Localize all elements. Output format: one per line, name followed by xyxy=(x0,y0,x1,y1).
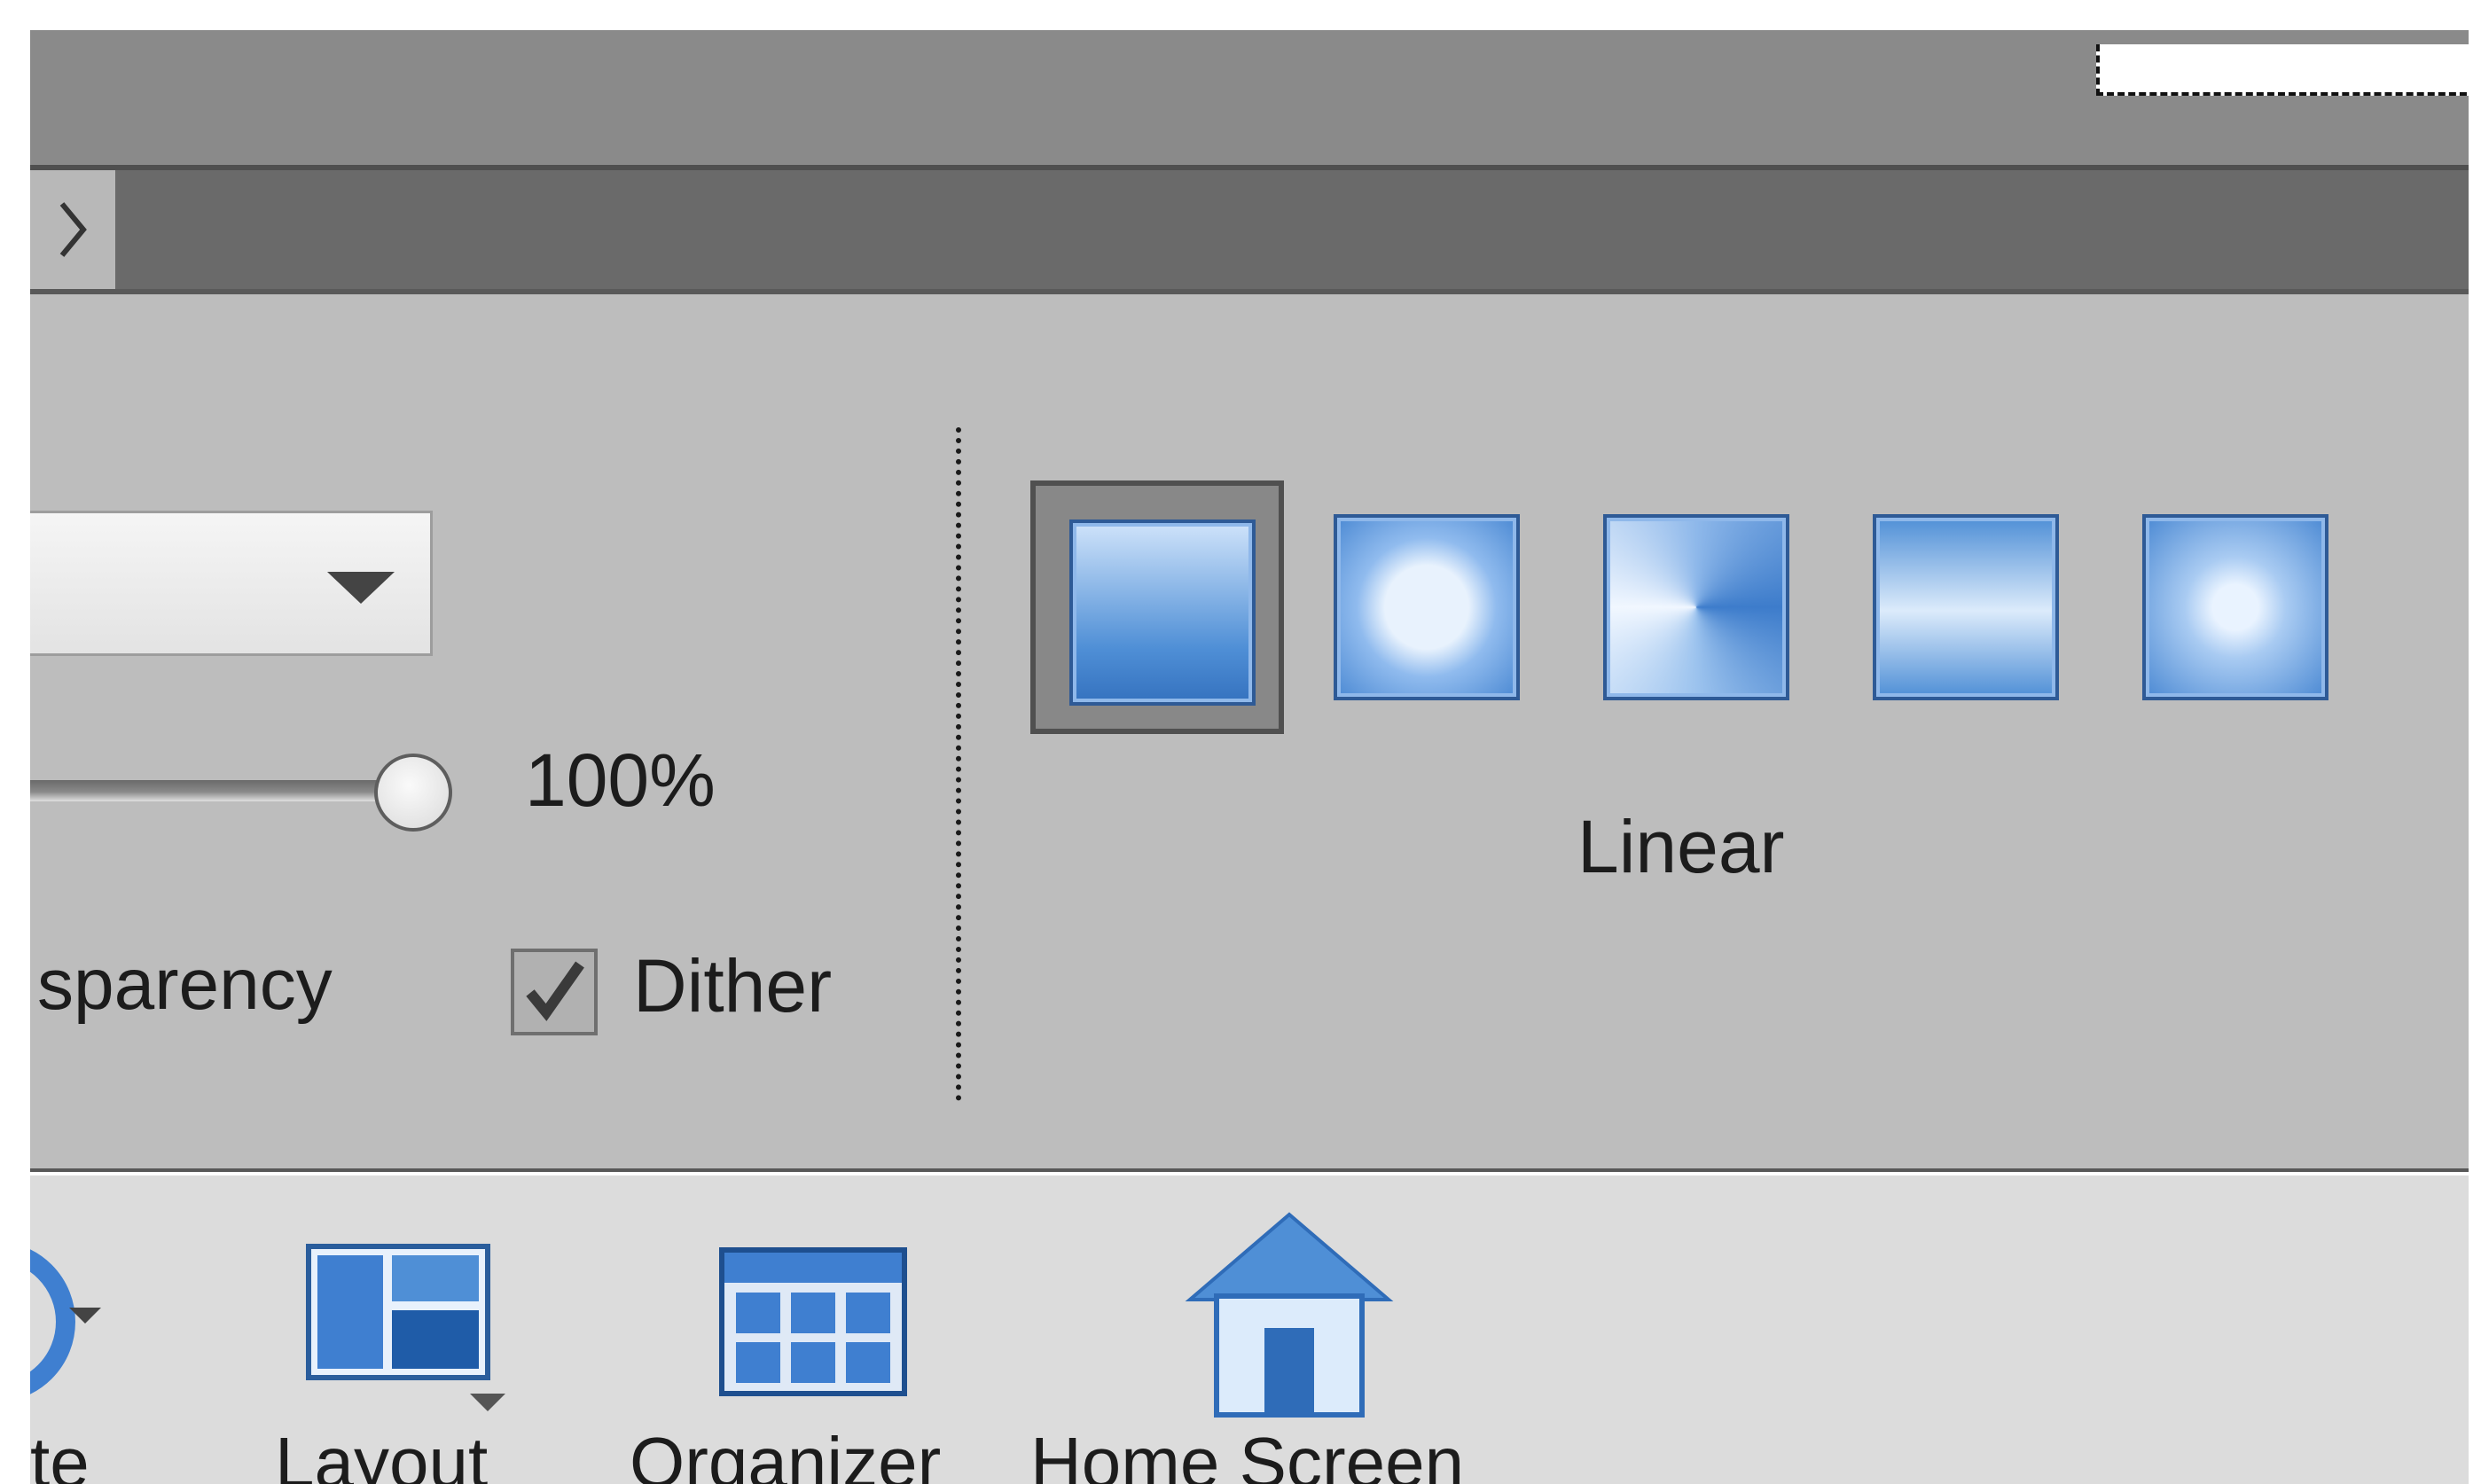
mode-dropdown[interactable] xyxy=(30,511,433,656)
rotate-button[interactable] xyxy=(30,1224,172,1419)
home-screen-label: Home Screen xyxy=(1030,1423,1465,1484)
linear-gradient-button[interactable] xyxy=(1030,480,1284,734)
dither-checkbox[interactable] xyxy=(511,949,598,1035)
linear-gradient-icon xyxy=(1069,519,1256,706)
radial-gradient-icon xyxy=(1334,514,1520,700)
chevron-down-icon xyxy=(327,572,395,604)
gradient-style-label: Linear xyxy=(1577,805,1785,888)
dither-label: Dither xyxy=(633,944,833,1027)
diamond-gradient-button[interactable] xyxy=(2109,480,2362,734)
layout-label: Layout xyxy=(275,1423,489,1484)
opacity-slider[interactable] xyxy=(30,746,474,835)
app-window: 100% sparency Dither Linear te Layout Or… xyxy=(30,30,2469,1484)
checkmark-icon xyxy=(526,961,584,1021)
section-divider xyxy=(956,427,961,1101)
diamond-gradient-icon xyxy=(2142,514,2328,700)
home-screen-button[interactable] xyxy=(1183,1207,1396,1420)
organizer-button[interactable] xyxy=(718,1246,908,1397)
tool-options-panel: 100% sparency Dither Linear xyxy=(30,294,2469,1172)
organizer-grid-icon xyxy=(719,1247,907,1396)
reflected-gradient-icon xyxy=(1873,514,2059,700)
bottom-taskbar: te Layout Organizer Home Screen xyxy=(30,1175,2469,1484)
title-bar xyxy=(30,30,2469,165)
layout-button[interactable] xyxy=(305,1243,514,1420)
angle-gradient-button[interactable] xyxy=(1569,480,1823,734)
radial-gradient-button[interactable] xyxy=(1300,480,1554,734)
organizer-label: Organizer xyxy=(630,1423,942,1484)
slider-track xyxy=(30,780,403,801)
angle-gradient-icon xyxy=(1603,514,1789,700)
transparency-label: sparency xyxy=(37,944,333,1025)
expand-panel-button[interactable] xyxy=(30,170,115,289)
reflected-gradient-button[interactable] xyxy=(1839,480,2093,734)
title-field[interactable] xyxy=(2096,44,2469,96)
chevron-right-icon xyxy=(59,202,87,257)
rotate-label: te xyxy=(30,1423,90,1484)
rotate-icon xyxy=(30,1249,101,1394)
panel-tab-bar xyxy=(30,170,2469,294)
slider-thumb[interactable] xyxy=(374,754,452,832)
opacity-value: 100% xyxy=(525,738,716,822)
home-icon xyxy=(1185,1212,1394,1418)
layout-icon xyxy=(306,1244,505,1411)
